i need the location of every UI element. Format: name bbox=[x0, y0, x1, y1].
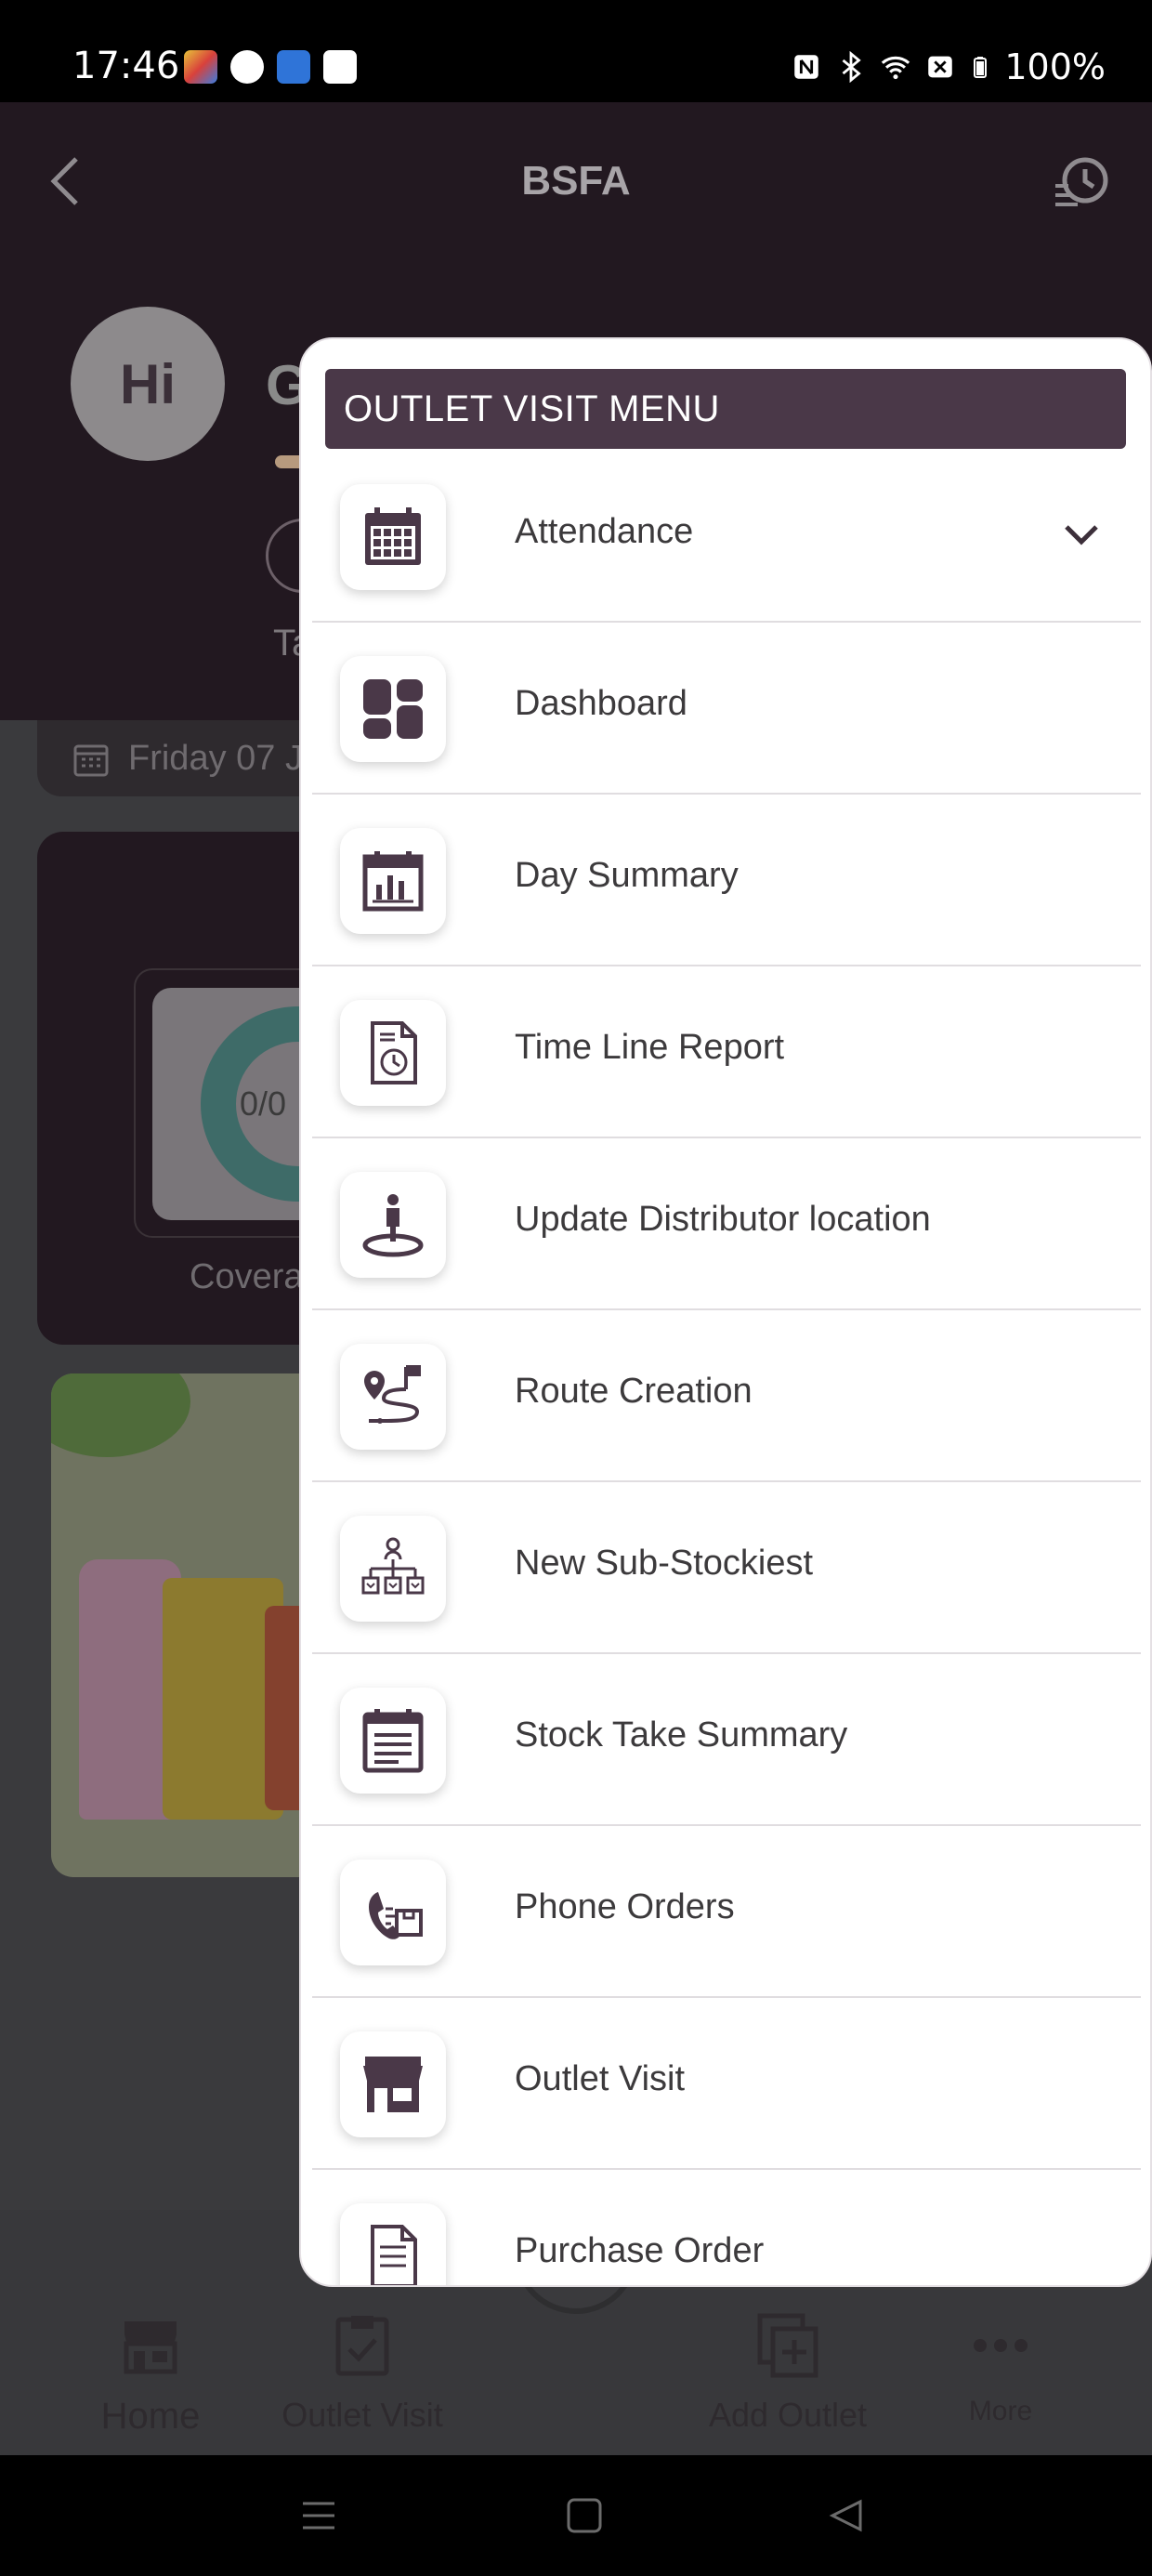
recents-icon[interactable] bbox=[299, 2496, 338, 2535]
date-text: Friday 07 J bbox=[128, 739, 303, 778]
nav-add-outlet[interactable]: Add Outlet bbox=[695, 2312, 881, 2435]
banner-leaf bbox=[51, 1373, 190, 1457]
status-bar: 17:46 100% bbox=[0, 0, 1152, 102]
menu-item-label: Attendance bbox=[515, 512, 694, 551]
status-right: 100% bbox=[791, 46, 1106, 87]
coverage-value: 0/0 bbox=[240, 1084, 287, 1123]
menu-item-outlet-visit[interactable]: Outlet Visit bbox=[312, 1998, 1141, 2170]
wifi-icon bbox=[882, 56, 910, 80]
menu-icon-box bbox=[340, 1860, 446, 1965]
timeline-report-icon bbox=[371, 1021, 417, 1084]
menu-icon-box bbox=[340, 656, 446, 762]
day-summary-icon bbox=[362, 851, 424, 912]
menu-item-new-sub-stockiest[interactable]: New Sub-Stockiest bbox=[312, 1482, 1141, 1654]
bluetooth-icon bbox=[842, 51, 862, 83]
menu-item-stock-take-summary[interactable]: Stock Take Summary bbox=[312, 1654, 1141, 1826]
menu-icon-box bbox=[340, 1172, 446, 1278]
menu-item-time-line-report[interactable]: Time Line Report bbox=[312, 966, 1141, 1138]
menu-icon-box bbox=[340, 2203, 446, 2285]
menu-icon-box bbox=[340, 1000, 446, 1106]
status-time: 17:46 bbox=[72, 45, 180, 87]
status-app-icons bbox=[184, 50, 357, 84]
nav-more[interactable]: More bbox=[908, 2312, 1093, 2427]
dashboard-icon bbox=[363, 679, 423, 739]
route-icon bbox=[364, 1365, 421, 1424]
nav-outlet-visit-label: Outlet Visit bbox=[281, 2396, 443, 2434]
menu-icon-box bbox=[340, 1688, 446, 1794]
face-notification-icon bbox=[323, 50, 357, 84]
coverage-label: Covera bbox=[190, 1257, 304, 1296]
nav-more-label: More bbox=[968, 2396, 1033, 2426]
system-nav-bar bbox=[0, 2455, 1152, 2576]
calendar-icon bbox=[365, 507, 421, 565]
menu-item-label: Time Line Report bbox=[515, 1028, 785, 1067]
home-store-icon bbox=[124, 2321, 177, 2374]
purchase-order-icon bbox=[371, 2225, 417, 2285]
outlet-visit-menu: OUTLET VISIT MENU Attendance Dashboard D… bbox=[299, 337, 1152, 2287]
menu-item-day-summary[interactable]: Day Summary bbox=[312, 795, 1141, 966]
menu-header: OUTLET VISIT MENU bbox=[325, 369, 1126, 449]
menu-item-label: Stock Take Summary bbox=[515, 1715, 848, 1755]
battery-percent: 100% bbox=[1004, 46, 1106, 87]
menu-icon-box bbox=[340, 484, 446, 590]
nfc-icon bbox=[794, 55, 819, 79]
avatar: Hi bbox=[71, 307, 225, 461]
menu-item-update-distributor-location[interactable]: Update Distributor location bbox=[312, 1138, 1141, 1310]
menu-item-attendance[interactable]: Attendance bbox=[312, 451, 1141, 623]
nav-home-label: Home bbox=[100, 2396, 201, 2437]
info-notification-icon bbox=[230, 50, 264, 84]
menu-item-label: Route Creation bbox=[515, 1372, 753, 1411]
menu-item-label: Outlet Visit bbox=[515, 2059, 686, 2098]
menu-item-label: Purchase Order bbox=[515, 2231, 765, 2270]
nav-outlet-visit[interactable]: Outlet Visit bbox=[269, 2312, 455, 2435]
stock-summary-icon bbox=[362, 1709, 424, 1773]
menu-icon-box bbox=[340, 1344, 446, 1450]
menu-item-purchase-order[interactable]: Purchase Order bbox=[312, 2170, 1141, 2285]
menu-item-phone-orders[interactable]: Phone Orders bbox=[312, 1826, 1141, 1998]
menu-item-label: New Sub-Stockiest bbox=[515, 1544, 814, 1583]
menu-item-label: Day Summary bbox=[515, 856, 739, 895]
menu-item-route-creation[interactable]: Route Creation bbox=[312, 1310, 1141, 1482]
more-icon bbox=[974, 2339, 1028, 2352]
menu-item-label: Update Distributor location bbox=[515, 1200, 931, 1239]
calendar-small-icon bbox=[73, 744, 109, 777]
nav-home[interactable]: Home bbox=[58, 2312, 243, 2438]
home-button-icon[interactable] bbox=[565, 2496, 604, 2535]
app-notification-icon bbox=[184, 50, 217, 84]
menu-item-label: Phone Orders bbox=[515, 1887, 735, 1926]
no-sim-icon bbox=[928, 56, 953, 78]
store-icon bbox=[363, 2057, 423, 2112]
phone-order-icon bbox=[369, 1892, 423, 1939]
chevron-down-icon[interactable] bbox=[1063, 521, 1100, 549]
menu-icon-box bbox=[340, 828, 446, 934]
menu-item-label: Dashboard bbox=[515, 684, 687, 723]
app-title: BSFA bbox=[521, 158, 631, 204]
app2-notification-icon bbox=[277, 50, 310, 84]
add-outlet-icon bbox=[757, 2313, 818, 2378]
outlet-visit-icon bbox=[335, 2316, 389, 2376]
back-button-icon[interactable] bbox=[827, 2496, 866, 2535]
menu-list: Attendance Dashboard Day Summary Time Li… bbox=[301, 451, 1150, 2285]
history-icon[interactable] bbox=[1050, 149, 1115, 214]
nav-add-outlet-label: Add Outlet bbox=[708, 2396, 868, 2434]
menu-item-dashboard[interactable]: Dashboard bbox=[312, 623, 1141, 795]
menu-icon-box bbox=[340, 1516, 446, 1622]
hierarchy-icon bbox=[361, 1537, 425, 1595]
menu-icon-box bbox=[340, 2031, 446, 2137]
battery-icon bbox=[974, 57, 988, 78]
person-location-icon bbox=[362, 1194, 424, 1257]
